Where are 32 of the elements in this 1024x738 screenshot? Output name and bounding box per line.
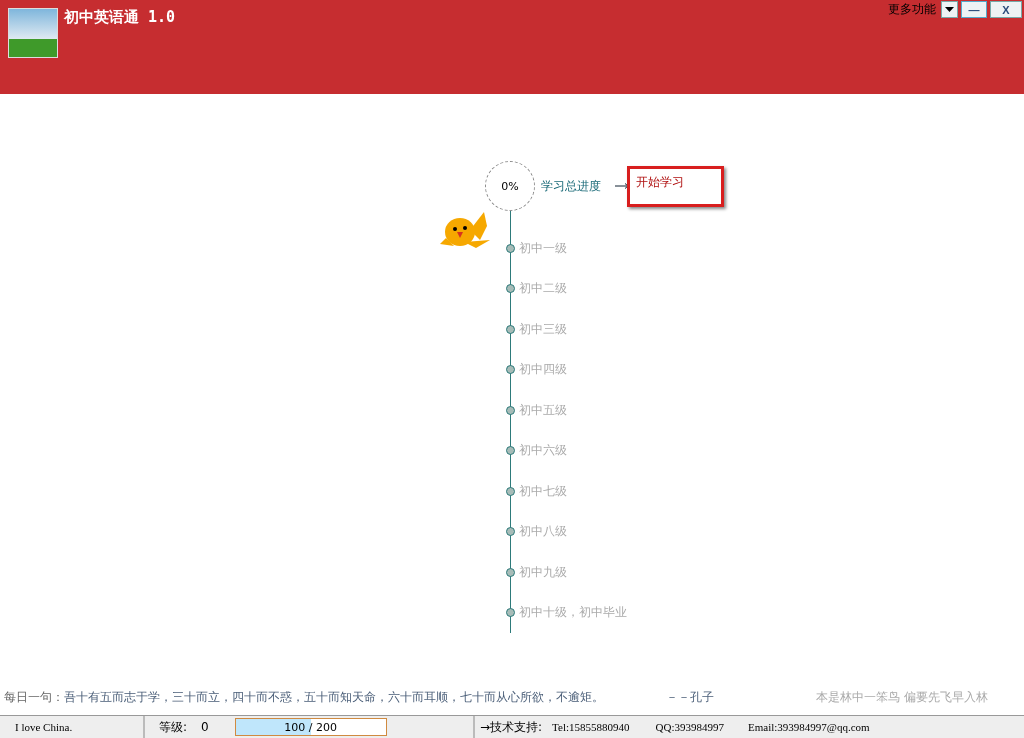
level-label: 初中八级 <box>519 523 567 541</box>
landscape-photo-placeholder <box>8 8 58 58</box>
level-label: 初中十级，初中毕业 <box>519 604 627 622</box>
email-text: Email:393984997@qq.com <box>748 721 870 733</box>
caret-icon <box>945 7 954 12</box>
qq-text: QQ:393984997 <box>655 721 724 733</box>
phone-text: Tel:15855880940 <box>552 721 630 733</box>
daily-quote: 吾十有五而志于学，三十而立，四十而不惑，五十而知天命，六十而耳顺，七十而从心所欲，不逾矩。 <box>64 688 604 706</box>
start-study-button[interactable]: 开始学习 <box>627 165 724 207</box>
level-label: 初中三级 <box>519 320 567 338</box>
close-button[interactable]: X <box>990 1 1022 18</box>
grade-value: 0 <box>201 720 209 734</box>
level-label: 初中五级 <box>519 401 567 419</box>
motto-text: 本是林中一笨鸟 偏要先飞早入林 <box>816 688 988 706</box>
arrow-icon <box>615 183 629 189</box>
minimize-button[interactable]: — <box>961 1 987 18</box>
level-label: 初中二级 <box>519 280 567 298</box>
support-label: →技术支持: <box>480 718 543 736</box>
level-label: 初中一级 <box>519 239 567 257</box>
experience-text: 100 / 200 <box>284 720 338 734</box>
slogan-text: I love China. <box>15 721 73 733</box>
window-title: 初中英语通 1.0 <box>64 8 176 27</box>
dropdown-button[interactable] <box>941 1 958 18</box>
level-label: 初中七级 <box>519 482 567 500</box>
level-label: 初中四级 <box>519 361 567 379</box>
more-features-label: 更多功能 <box>888 1 936 18</box>
quote-author: －－孔子 <box>666 688 714 706</box>
level-label: 初中九级 <box>519 563 567 581</box>
level-label: 初中六级 <box>519 442 567 460</box>
daily-label: 每日一句： <box>4 688 64 706</box>
grade-label: 等级: <box>159 718 188 736</box>
progress-label: 学习总进度 <box>541 177 601 195</box>
